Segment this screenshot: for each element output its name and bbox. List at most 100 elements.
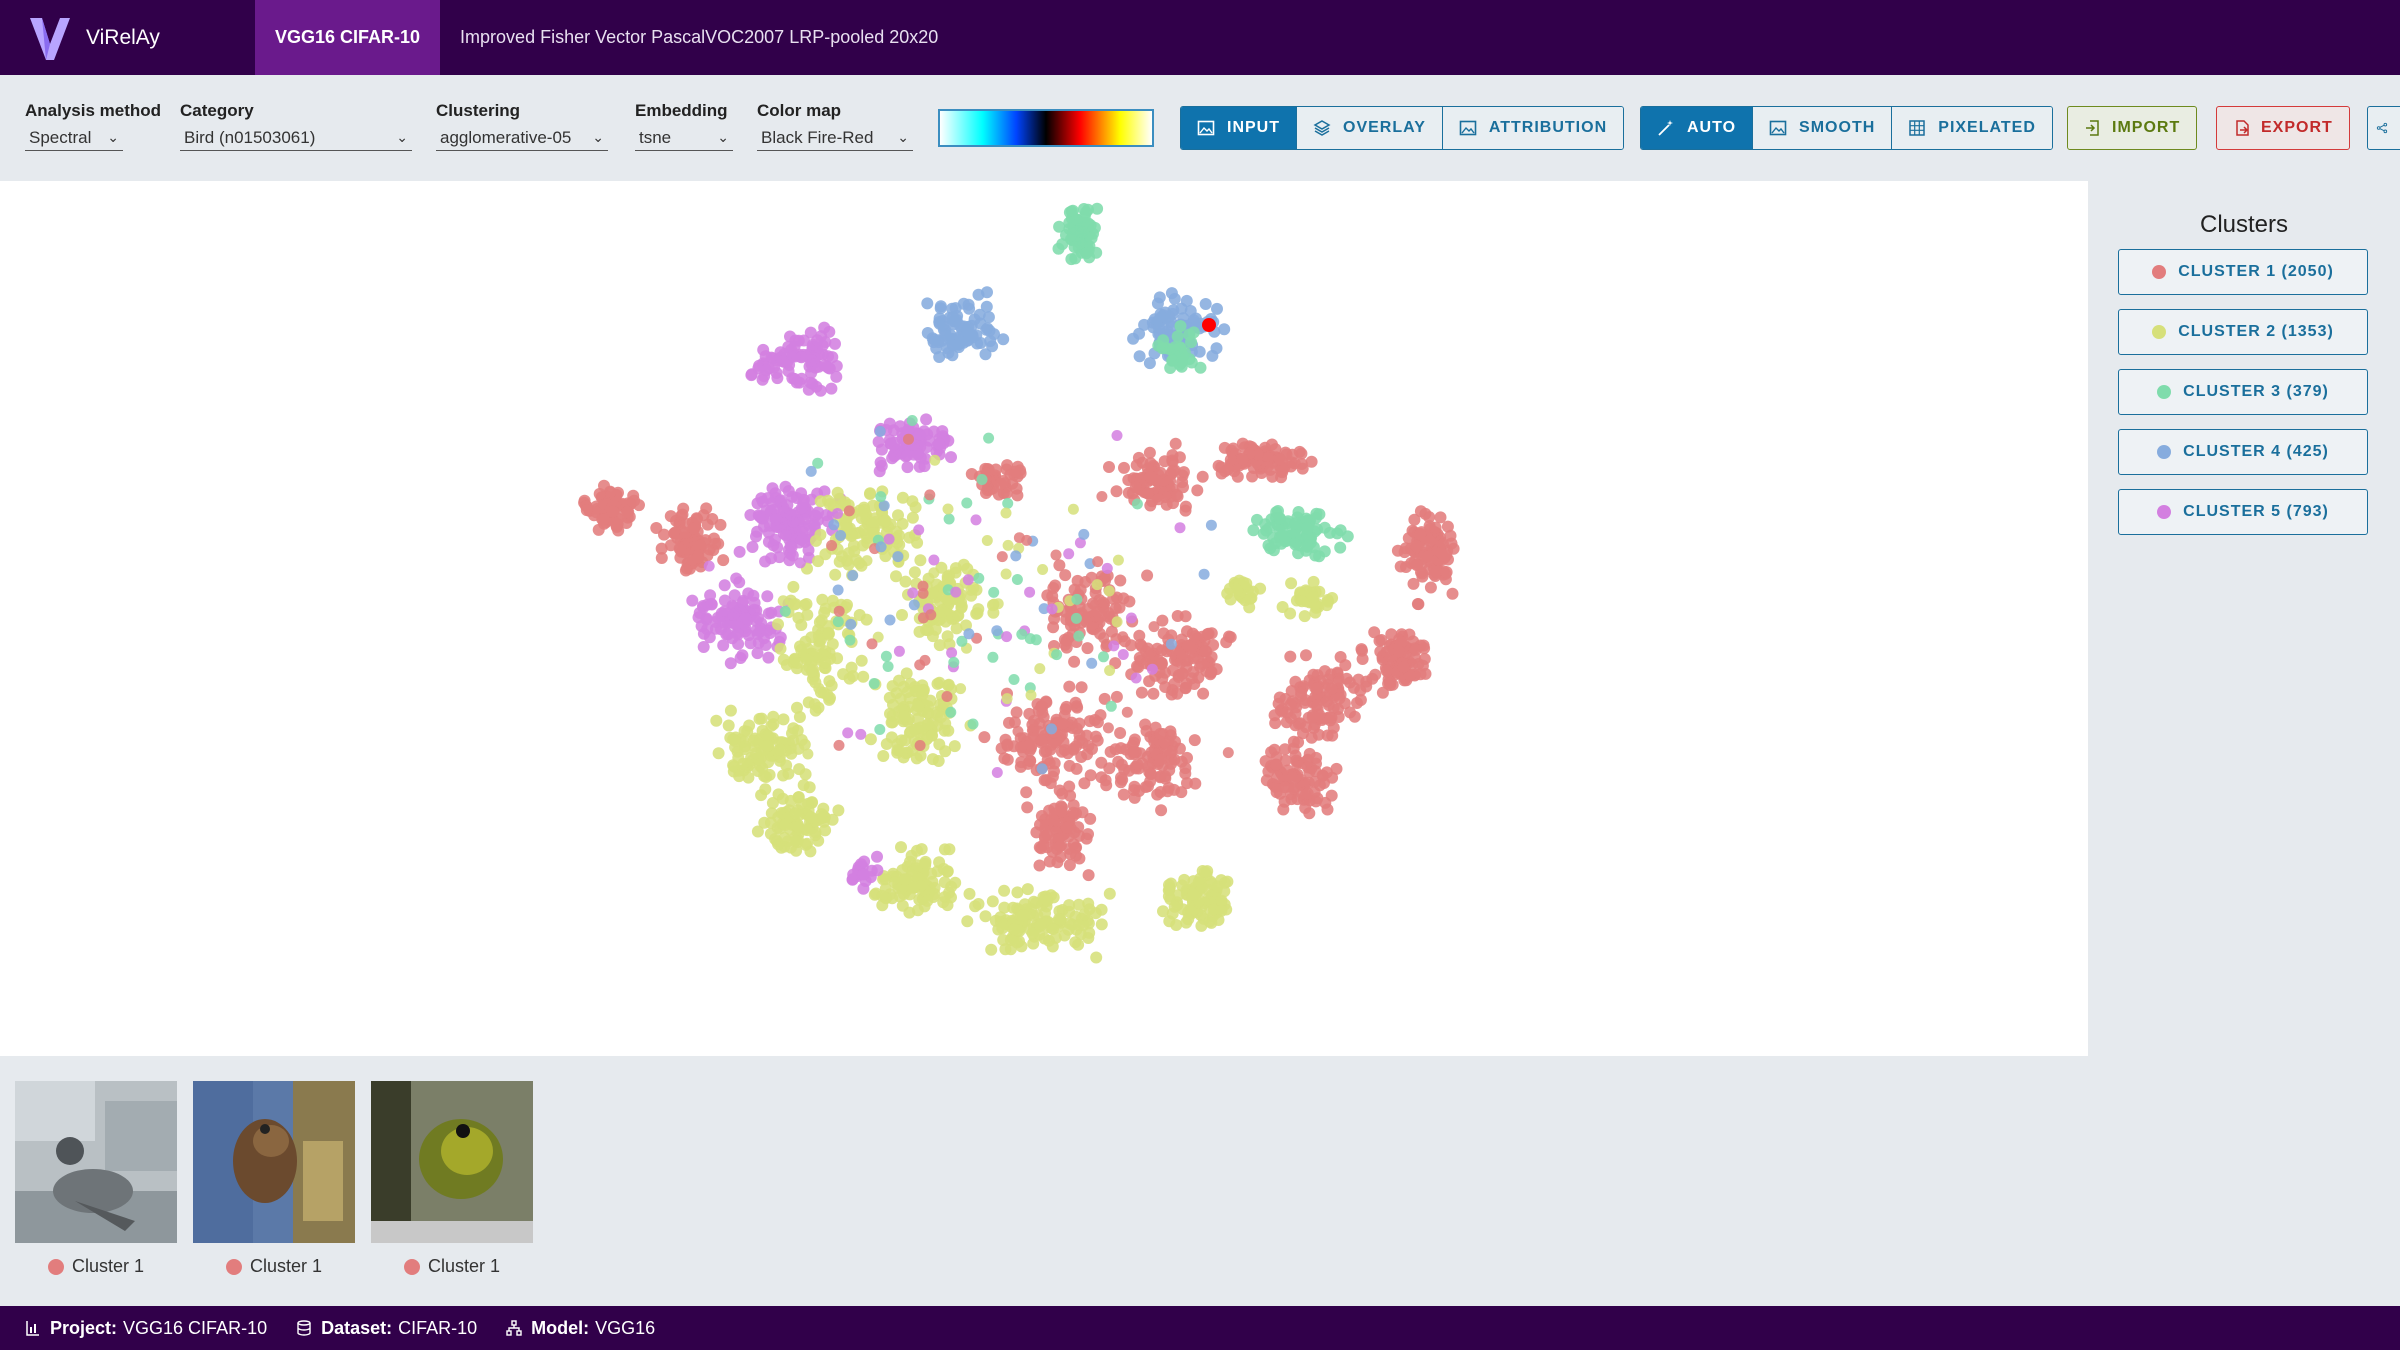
clustering-select[interactable]: Clustering agglomerative-05 ⌄ [436, 101, 608, 151]
auto-button[interactable]: AUTO [1641, 107, 1754, 149]
selected-point[interactable] [1202, 318, 1216, 332]
magic-wand-icon [1658, 120, 1673, 136]
view-mode-group: INPUT OVERLAY ATTRIBUTION [1180, 106, 1625, 150]
color-map-label: Color map [757, 101, 842, 120]
image-icon [1197, 120, 1215, 136]
project-value: VGG16 CIFAR-10 [123, 1317, 268, 1338]
chevron-down-icon: ⌄ [592, 129, 604, 145]
sample-thumbnail[interactable]: Cluster 1 [193, 1081, 355, 1277]
chevron-down-icon: ⌄ [107, 129, 119, 145]
embedding-scatter[interactable] [0, 181, 2088, 1056]
layers-icon [1313, 120, 1331, 136]
embedding-plot[interactable] [0, 181, 2088, 1056]
brand[interactable]: ViRelAy [0, 0, 255, 75]
grid-icon [1909, 120, 1926, 136]
clustering-label: Clustering [436, 101, 521, 120]
sample-caption: Cluster 1 [71, 1256, 145, 1276]
clusters-title: Clusters [2199, 211, 2289, 238]
smooth-button[interactable]: SMOOTH [1753, 107, 1893, 149]
category-label: Category [180, 101, 254, 120]
cluster-2-color-dot [2152, 325, 2167, 339]
dataset-label: Dataset: [321, 1317, 393, 1338]
cluster-color-dot [403, 1258, 420, 1275]
image-icon [1769, 120, 1787, 136]
model-label: Model: [531, 1317, 590, 1338]
attribution-label: ATTRIBUTION [1488, 119, 1608, 136]
cluster-3-color-dot [2157, 385, 2172, 399]
cluster-3-button[interactable]: CLUSTER 3 (379) [2118, 369, 2368, 415]
cluster-4-label: CLUSTER 4 (425) [2183, 443, 2329, 460]
auto-label: AUTO [1687, 119, 1737, 136]
app-header: ViRelAy VGG16 CIFAR-10 Improved Fisher V… [0, 0, 2400, 75]
cluster-color-dot [47, 1258, 64, 1275]
color-map-value: Black Fire-Red [761, 127, 874, 147]
overlay-button[interactable]: OVERLAY [1297, 107, 1443, 149]
status-footer: Project: VGG16 CIFAR-10 Dataset: CIFAR-1… [0, 1306, 2400, 1350]
sample-image [193, 1081, 355, 1243]
model-icon [506, 1320, 522, 1336]
export-button[interactable]: EXPORT [2216, 106, 2350, 150]
dataset-value: CIFAR-10 [398, 1317, 478, 1338]
input-label: INPUT [1227, 119, 1280, 136]
sample-thumbnail[interactable]: Cluster 1 [15, 1081, 177, 1277]
cluster-color-dot [225, 1258, 242, 1275]
input-button[interactable]: INPUT [1181, 107, 1297, 149]
pixelated-label: PIXELATED [1938, 119, 2036, 136]
share-button[interactable] [2367, 106, 2400, 150]
tab-vgg16-cifar10[interactable]: VGG16 CIFAR-10 [255, 0, 441, 75]
footer-model: Model: VGG16 [505, 1318, 655, 1339]
cluster-1-label: CLUSTER 1 (2050) [2178, 263, 2334, 280]
virelay-logo [30, 17, 70, 60]
sample-thumbnail[interactable]: Cluster 1 [371, 1081, 533, 1277]
category-value: Bird (n01503061) [184, 127, 316, 147]
app-name: ViRelAy [86, 25, 160, 49]
pixelated-button[interactable]: PIXELATED [1892, 107, 2052, 149]
render-mode-group: AUTO SMOOTH PIXELATED [1640, 106, 2053, 150]
cluster-5-label: CLUSTER 5 (793) [2183, 503, 2329, 520]
cluster-1-button[interactable]: CLUSTER 1 (2050) [2118, 249, 2368, 295]
smooth-label: SMOOTH [1799, 119, 1876, 136]
cluster-5-color-dot [2157, 505, 2172, 519]
cluster-4-color-dot [2157, 445, 2172, 459]
footer-dataset: Dataset: CIFAR-10 [295, 1318, 477, 1339]
footer-project: Project: VGG16 CIFAR-10 [24, 1318, 267, 1339]
attribution-button[interactable]: ATTRIBUTION [1442, 107, 1624, 149]
cluster-4-button[interactable]: CLUSTER 4 (425) [2118, 429, 2368, 475]
tab-fisher-vector[interactable]: Improved Fisher Vector PascalVOC2007 LRP… [440, 0, 958, 75]
selected-samples: Cluster 1 Cluster 1 Cluster 1 [0, 1056, 2400, 1306]
overlay-label: OVERLAY [1343, 119, 1426, 136]
embedding-select[interactable]: Embedding tsne ⌄ [635, 101, 733, 151]
scatter-points [578, 202, 1460, 964]
sample-caption: Cluster 1 [427, 1256, 501, 1276]
chevron-down-icon: ⌄ [717, 129, 729, 145]
category-select[interactable]: Category Bird (n01503061) ⌄ [180, 101, 412, 151]
chevron-down-icon: ⌄ [897, 129, 909, 145]
sample-caption: Cluster 1 [249, 1256, 323, 1276]
project-label: Project: [50, 1317, 118, 1338]
analysis-method-value: Spectral [29, 127, 92, 147]
database-icon [297, 1320, 311, 1336]
cluster-5-button[interactable]: CLUSTER 5 (793) [2118, 489, 2368, 535]
clustering-value: agglomerative-05 [440, 127, 572, 147]
model-value: VGG16 [595, 1317, 656, 1338]
color-map-select[interactable]: Color map Black Fire-Red ⌄ [757, 101, 913, 151]
embedding-label: Embedding [635, 101, 728, 120]
toolbar: Analysis method Spectral ⌄ Category Bird … [0, 75, 2400, 181]
import-label: IMPORT [2112, 119, 2181, 136]
export-icon [2236, 120, 2249, 136]
image-icon [1459, 120, 1477, 136]
sample-image [371, 1081, 533, 1243]
clusters-panel: Clusters CLUSTER 1 (2050) CLUSTER 2 (135… [2088, 181, 2400, 1056]
cluster-1-color-dot [2152, 265, 2167, 279]
cluster-2-label: CLUSTER 2 (1353) [2178, 323, 2334, 340]
chevron-down-icon: ⌄ [396, 129, 408, 145]
import-button[interactable]: IMPORT [2067, 106, 2198, 150]
analysis-method-select[interactable]: Analysis method Spectral ⌄ [25, 101, 162, 151]
embedding-value: tsne [639, 127, 672, 147]
cluster-2-button[interactable]: CLUSTER 2 (1353) [2118, 309, 2368, 355]
share-icon [2376, 122, 2388, 134]
color-map-preview [938, 109, 1154, 147]
analysis-method-label: Analysis method [25, 101, 162, 120]
export-label: EXPORT [2261, 119, 2333, 136]
cluster-3-label: CLUSTER 3 (379) [2183, 383, 2329, 400]
